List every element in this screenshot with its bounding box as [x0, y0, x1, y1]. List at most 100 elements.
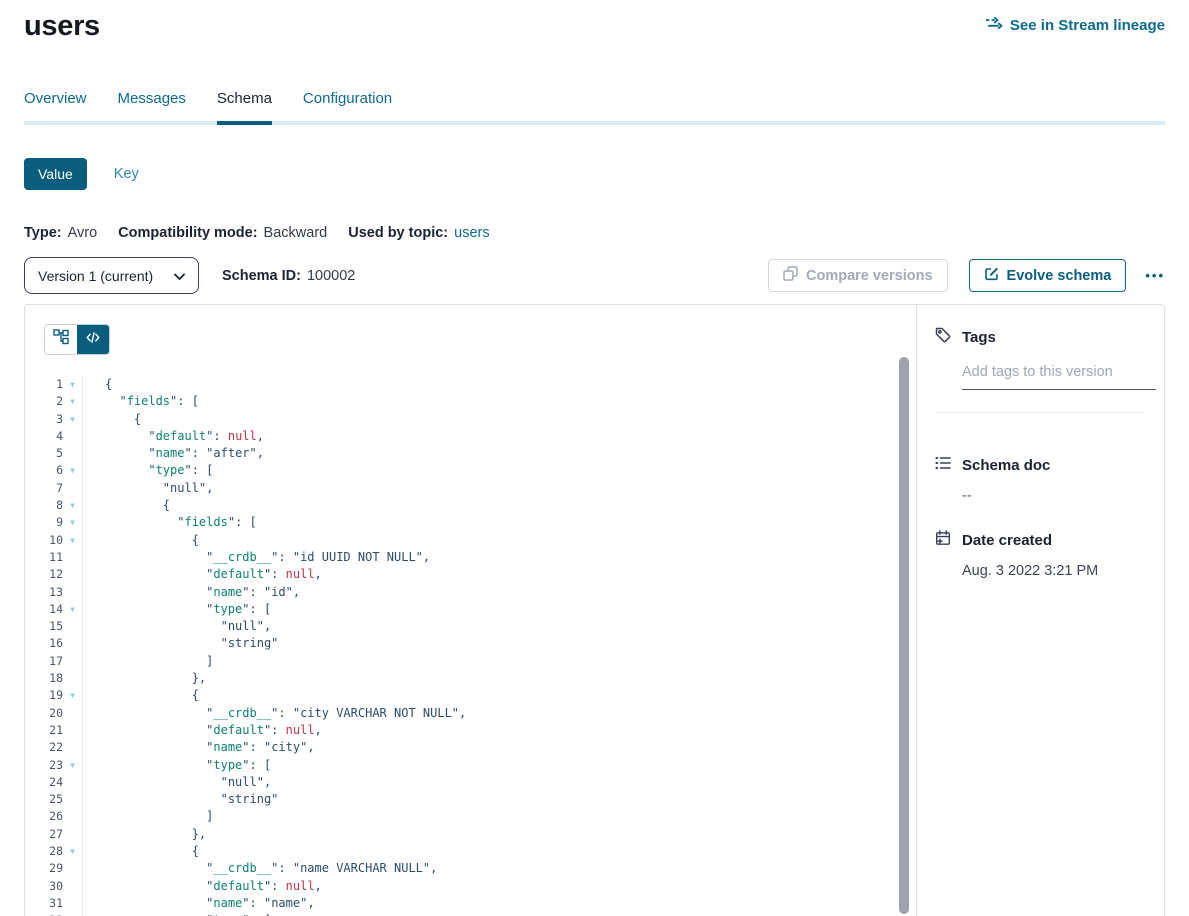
fold-toggle-icon[interactable]: ▼	[63, 843, 82, 860]
code-text: {	[83, 376, 112, 393]
line-number: 31	[25, 895, 63, 912]
code-line: 27 },	[25, 826, 916, 843]
code-text: "type": [	[83, 912, 271, 916]
code-line: 22 "name": "city",	[25, 739, 916, 756]
fold-toggle-icon[interactable]: ▼	[63, 687, 82, 704]
code-line: 15 "null",	[25, 618, 916, 635]
code-line: 1▼{	[25, 376, 916, 393]
fold-toggle-icon[interactable]: ▼	[63, 497, 82, 514]
code-line: 9▼ "fields": [	[25, 514, 916, 531]
code-view-button[interactable]	[77, 325, 109, 354]
actions: Compare versions Evolve schema •••	[768, 259, 1165, 292]
fold-toggle-icon[interactable]: ▼	[63, 411, 82, 428]
line-number: 19	[25, 687, 63, 704]
code-line: 17 ]	[25, 653, 916, 670]
fold-toggle-icon[interactable]: ▼	[63, 532, 82, 549]
editor-scrollbar[interactable]	[899, 357, 909, 914]
line-number: 6	[25, 462, 63, 479]
code-line: 25 "string"	[25, 791, 916, 808]
line-number: 18	[25, 670, 63, 687]
line-number: 2	[25, 393, 63, 410]
code-text: "__crdb__": "id UUID NOT NULL",	[83, 549, 430, 566]
line-number: 20	[25, 705, 63, 722]
compare-versions-button[interactable]: Compare versions	[768, 259, 948, 292]
code-text: "null",	[83, 618, 271, 635]
tab-overview[interactable]: Overview	[24, 90, 87, 125]
fold-spacer	[63, 895, 82, 912]
code-text: "fields": [	[83, 514, 257, 531]
fold-spacer	[63, 566, 82, 583]
code-line: 29 "__crdb__": "name VARCHAR NULL",	[25, 860, 916, 877]
line-number: 12	[25, 566, 63, 583]
fold-toggle-icon[interactable]: ▼	[63, 393, 82, 410]
tab-messages[interactable]: Messages	[118, 90, 186, 125]
topic-link[interactable]: users	[454, 225, 489, 241]
fold-toggle-icon[interactable]: ▼	[63, 376, 82, 393]
line-number: 7	[25, 480, 63, 497]
tag-icon	[935, 327, 951, 347]
tags-section-header: Tags	[935, 327, 1144, 347]
code-line: 5 "name": "after",	[25, 445, 916, 462]
fold-spacer	[63, 774, 82, 791]
value-key-segmented-control: Value Key	[24, 158, 1165, 190]
fold-toggle-icon[interactable]: ▼	[63, 912, 82, 916]
fold-toggle-icon[interactable]: ▼	[63, 462, 82, 479]
fold-toggle-icon[interactable]: ▼	[63, 601, 82, 618]
code-line: 10▼ {	[25, 532, 916, 549]
code-text: "null",	[83, 480, 213, 497]
add-tags-input[interactable]	[962, 364, 1156, 390]
version-controls-row: Version 1 (current) Schema ID: 100002 Co…	[24, 257, 1165, 294]
code-line: 32▼ "type": [	[25, 912, 916, 916]
line-number: 3	[25, 411, 63, 428]
line-number: 15	[25, 618, 63, 635]
edit-icon	[984, 266, 999, 285]
version-select[interactable]: Version 1 (current)	[24, 257, 199, 294]
code-text: {	[83, 687, 199, 704]
more-options-button[interactable]: •••	[1145, 268, 1165, 283]
code-line: 12 "default": null,	[25, 566, 916, 583]
fold-spacer	[63, 445, 82, 462]
schema-meta-row: Type: Avro Compatibility mode: Backward …	[24, 225, 1165, 241]
code-text: "type": [	[83, 462, 213, 479]
tab-bar: Overview Messages Schema Configuration	[24, 90, 1165, 125]
tree-view-button[interactable]	[45, 325, 77, 354]
fold-spacer	[63, 722, 82, 739]
fold-spacer	[63, 635, 82, 652]
code-text: ]	[83, 808, 213, 825]
tab-schema[interactable]: Schema	[217, 90, 272, 125]
line-number: 21	[25, 722, 63, 739]
tab-configuration[interactable]: Configuration	[303, 90, 392, 125]
key-toggle-button[interactable]: Key	[114, 166, 139, 182]
line-number: 29	[25, 860, 63, 877]
code-line: 31 "name": "name",	[25, 895, 916, 912]
code-text: "string"	[83, 635, 278, 652]
see-in-stream-lineage-link[interactable]: See in Stream lineage	[985, 16, 1165, 34]
fold-toggle-icon[interactable]: ▼	[63, 757, 82, 774]
list-icon	[935, 455, 951, 475]
copy-icon	[783, 266, 798, 285]
page-title: users	[24, 10, 100, 43]
line-number: 10	[25, 532, 63, 549]
line-number: 23	[25, 757, 63, 774]
code-line: 28▼ {	[25, 843, 916, 860]
line-number: 1	[25, 376, 63, 393]
fold-toggle-icon[interactable]: ▼	[63, 514, 82, 531]
code-text: "type": [	[83, 601, 271, 618]
code-line: 30 "default": null,	[25, 878, 916, 895]
code-text: "__crdb__": "name VARCHAR NULL",	[83, 860, 437, 877]
compatibility-label: Compatibility mode:	[118, 225, 257, 241]
code-line: 21 "default": null,	[25, 722, 916, 739]
fold-spacer	[63, 878, 82, 895]
code-line: 6▼ "type": [	[25, 462, 916, 479]
line-number: 26	[25, 808, 63, 825]
fold-spacer	[63, 808, 82, 825]
code-line: 23▼ "type": [	[25, 757, 916, 774]
line-number: 22	[25, 739, 63, 756]
code-line: 26 ]	[25, 808, 916, 825]
evolve-schema-button[interactable]: Evolve schema	[969, 259, 1127, 292]
code-text: },	[83, 826, 206, 843]
schema-id-label: Schema ID:	[222, 268, 301, 284]
value-toggle-button[interactable]: Value	[24, 158, 87, 190]
code-line: 11 "__crdb__": "id UUID NOT NULL",	[25, 549, 916, 566]
code-line: 2▼ "fields": [	[25, 393, 916, 410]
